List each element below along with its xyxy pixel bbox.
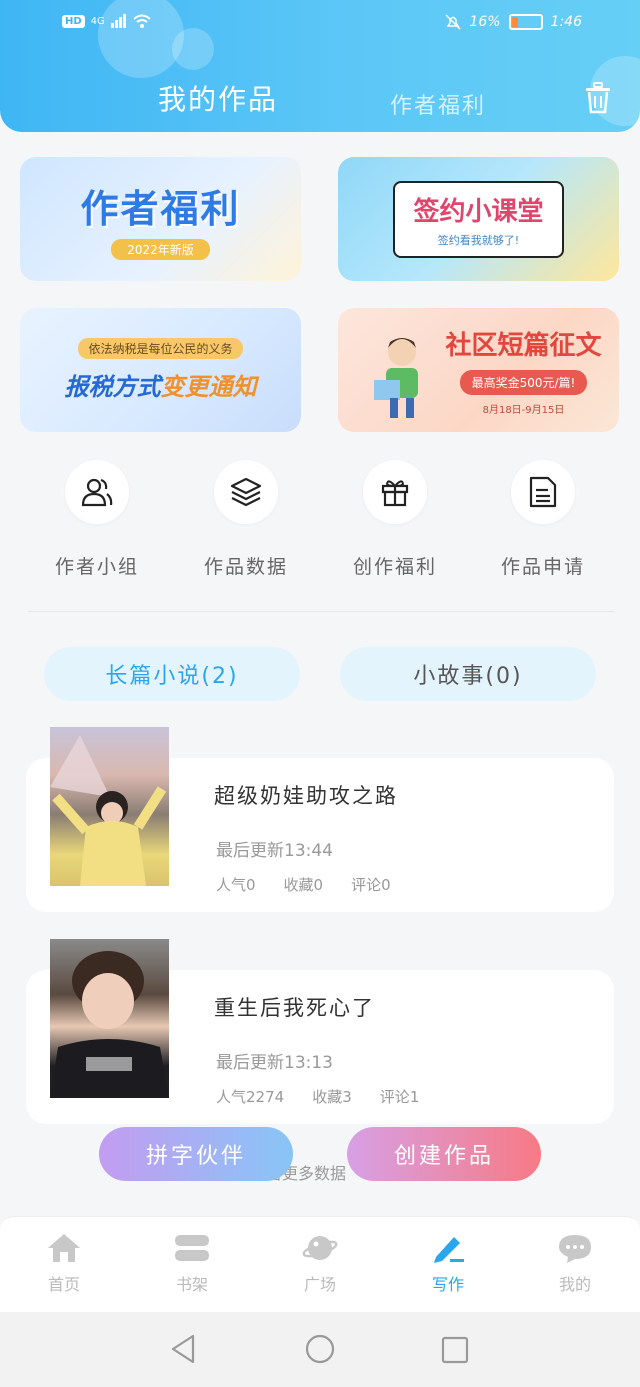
status-bar: HD 4G 16% 1:46: [0, 14, 640, 38]
banner-date: 8月18日-9月15日: [482, 404, 565, 416]
work-comments: 评论0: [351, 876, 391, 894]
writing-partner-button[interactable]: 拼字伙伴: [99, 1127, 293, 1181]
nav-label: 我的: [558, 1275, 591, 1294]
work-title: 超级奶娃助攻之路: [214, 784, 398, 808]
chat-icon: [559, 1235, 591, 1263]
battery-icon: [508, 14, 543, 30]
signal-icon: 4G: [90, 15, 105, 27]
nav-writing[interactable]: 写作: [408, 1233, 488, 1295]
home-circle-icon[interactable]: [305, 1334, 335, 1364]
tab-my-works[interactable]: 我的作品: [158, 78, 278, 118]
feature-label: 作品数据: [203, 556, 288, 578]
banner-title: 社区短篇征文: [445, 330, 602, 361]
work-cover-image[interactable]: [50, 939, 169, 1098]
nav-square[interactable]: 广场: [280, 1233, 360, 1295]
cover-illustration: [50, 951, 169, 1098]
nav-me[interactable]: 我的: [535, 1233, 615, 1295]
feature-label: 作者小组: [54, 556, 139, 578]
feature-circle: [511, 460, 575, 524]
banner-subtitle: 2022年新版: [111, 239, 210, 260]
back-icon[interactable]: [170, 1334, 196, 1364]
banner-title: 报税方式变更通知: [65, 367, 257, 402]
gift-icon: [381, 480, 409, 507]
bottom-nav: 首页 书架 广场 写作 我的: [0, 1216, 640, 1312]
banner-subtitle: 签约看我就够了!: [437, 233, 520, 247]
banner-short-story-contest[interactable]: 社区短篇征文 最高奖金500元/篇! 8月18日-9月15日: [338, 308, 619, 432]
work-popularity: 人气0: [216, 876, 256, 894]
nav-label: 首页: [47, 1275, 80, 1294]
work-title: 重生后我死心了: [214, 996, 375, 1020]
banner-title-highlight: 变更通知: [160, 373, 257, 401]
banner-title: 作者福利: [80, 187, 241, 231]
battery-percent: 16%: [469, 14, 501, 30]
cover-illustration: [50, 735, 167, 886]
banner-subtitle: 最高奖金500元/篇!: [459, 369, 588, 395]
home-icon: [48, 1234, 80, 1262]
work-last-update: 最后更新13:44: [216, 841, 333, 861]
work-favorites: 收藏3: [312, 1088, 352, 1106]
work-cover-image[interactable]: [50, 727, 169, 886]
work-comments: 评论1: [379, 1088, 420, 1106]
clock: 1:46: [550, 14, 582, 30]
tab-short-stories[interactable]: 小故事(0): [340, 647, 596, 701]
feature-circle: [214, 460, 278, 524]
recents-icon[interactable]: [441, 1336, 469, 1364]
cell-signal-icon: [110, 14, 126, 28]
nav-home[interactable]: 首页: [24, 1233, 104, 1295]
banner-signing-class[interactable]: 签约小课堂 签约看我就够了!: [338, 157, 619, 281]
banner-title-part: 报税方式: [64, 373, 161, 401]
feature-label: 创作福利: [352, 556, 437, 578]
pen-icon: [434, 1237, 464, 1263]
create-work-button[interactable]: 创建作品: [347, 1127, 541, 1181]
hd-indicator: HD: [62, 14, 85, 28]
feature-circle: [65, 460, 129, 524]
nav-label: 广场: [303, 1275, 336, 1294]
work-stats: 人气0 收藏0 评论0: [216, 874, 391, 895]
document-icon: [529, 476, 557, 508]
reading-character-illustration: [374, 338, 418, 418]
nav-label: 写作: [431, 1275, 464, 1294]
bookshelf-icon: [175, 1235, 209, 1261]
trash-icon[interactable]: [584, 82, 612, 114]
divider: [28, 611, 614, 612]
work-popularity: 人气2274: [216, 1088, 285, 1106]
banner-card: 签约小课堂 签约看我就够了!: [393, 180, 564, 258]
work-stats: 人气2274 收藏3 评论1: [216, 1086, 419, 1107]
feature-label: 作品申请: [500, 556, 585, 578]
tab-long-novels[interactable]: 长篇小说(2): [44, 647, 300, 701]
group-icon: [81, 478, 113, 507]
wifi-icon: [133, 14, 151, 28]
work-favorites: 收藏0: [283, 876, 324, 894]
nav-bookshelf[interactable]: 书架: [152, 1233, 232, 1295]
system-navigation-bar: [0, 1312, 640, 1387]
banner-subtitle: 依法纳税是每位公民的义务: [78, 338, 243, 359]
banner-author-benefits[interactable]: 作者福利 2022年新版: [20, 157, 301, 281]
tab-author-benefits[interactable]: 作者福利: [390, 88, 486, 120]
mute-bell-icon: [445, 14, 461, 30]
feature-works-data[interactable]: 作品数据: [176, 460, 316, 579]
layers-icon: [230, 477, 262, 507]
feature-works-application[interactable]: 作品申请: [473, 460, 613, 579]
banner-tax-notice[interactable]: 依法纳税是每位公民的义务 报税方式变更通知: [20, 308, 301, 432]
feature-circle: [363, 460, 427, 524]
planet-icon: [302, 1236, 338, 1260]
header: HD 4G 16% 1:46 我的作品 作者福利: [0, 0, 640, 132]
feature-author-group[interactable]: 作者小组: [27, 460, 167, 579]
work-last-update: 最后更新13:13: [216, 1053, 333, 1073]
nav-label: 书架: [175, 1275, 208, 1294]
feature-creation-benefits[interactable]: 创作福利: [325, 460, 465, 579]
decor-bubble: [98, 0, 184, 78]
banner-title: 签约小课堂: [413, 196, 544, 227]
